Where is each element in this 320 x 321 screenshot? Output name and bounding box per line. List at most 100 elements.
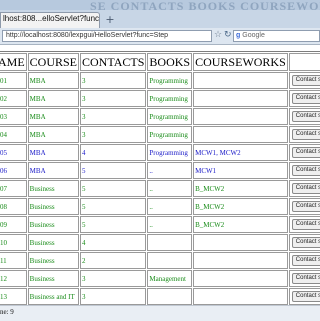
cell-action: Contact stu [288,216,320,233]
window-titlebar: SE CONTACTS BOOKS COURSEWORKS [0,0,320,10]
cell-courseworks [193,234,288,251]
table-row: i02MBA3Programming Contact stu [0,90,320,107]
cell-course: Business [27,270,80,287]
address-bar[interactable]: http://localhost:8080/lexpgui/HelloServl… [2,30,212,42]
header-actions [288,53,320,71]
cell-action: Contact stu [288,252,320,269]
cell-action: Contact stu [288,108,320,125]
table-row: i09Business5..B_MCW2Contact stu [0,216,320,233]
contact-student-button[interactable]: Contact stu [291,183,320,194]
cell-books [147,288,193,305]
cell-contacts: 3 [80,126,147,143]
reload-icon[interactable]: ↻ [224,30,232,40]
cell-id: i09 [0,216,27,233]
browser-tab[interactable]: lhost:808...elloServlet?func=Step [0,12,100,28]
contact-student-button[interactable]: Contact stu [291,147,320,158]
cell-id: i10 [0,234,27,251]
cell-id: i02 [0,90,27,107]
cell-books: .. [147,180,193,197]
table-row: i08Business5..B_MCW2Contact stu [0,198,320,215]
cell-books [147,234,193,251]
cell-books: .. [147,198,193,215]
status-bar: ne: 9 [0,305,320,321]
navigation-bar: http://localhost:8080/lexpgui/HelloServl… [0,28,320,45]
status-text: ne: 9 [0,308,14,316]
cell-contacts: 5 [80,162,147,179]
contact-student-button[interactable]: Contact stu [291,129,320,140]
cell-action: Contact stu [288,126,320,143]
cell-books: Programming [147,72,193,89]
cell-id: i06 [0,162,27,179]
table-row: i04MBA3Programming Contact stu [0,126,320,143]
cell-courseworks: MCW1, MCW2 [193,144,288,161]
cell-contacts: 3 [80,270,147,287]
cell-books: Programming [147,90,193,107]
contact-student-button[interactable]: Contact stu [291,237,320,248]
search-engine-label: Google [242,32,265,39]
bookmark-star-icon[interactable]: ☆ [214,30,222,40]
cell-id: i05 [0,144,27,161]
cell-contacts: 3 [80,108,147,125]
cell-course: Business and IT [27,288,80,305]
cell-id: i12 [0,270,27,287]
table-row: i10Business4 Contact stu [0,234,320,251]
cell-contacts: 3 [80,288,147,305]
cell-contacts: 2 [80,252,147,269]
cell-course: Business [27,198,80,215]
contact-student-button[interactable]: Contact stu [291,93,320,104]
window-title-ghost: SE CONTACTS BOOKS COURSEWORKS [90,0,320,10]
table-row: i03MBA3Programming Contact stu [0,108,320,125]
contact-student-button[interactable]: Contact stu [291,291,320,302]
cell-course: MBA [27,108,80,125]
contact-student-button[interactable]: Contact stu [291,111,320,122]
cell-courseworks [193,90,288,107]
table-header-row: AME COURSE CONTACTS BOOKS COURSEWORKS [0,53,320,71]
contact-student-button[interactable]: Contact stu [291,165,320,176]
contact-student-button[interactable]: Contact stu [291,75,320,86]
table-row: i05MBA4ProgrammingMCW1, MCW2Contact stu [0,144,320,161]
header-books: BOOKS [147,53,193,71]
cell-courseworks: B_MCW2 [193,216,288,233]
cell-action: Contact stu [288,180,320,197]
header-course: COURSE [27,53,80,71]
header-contacts: CONTACTS [80,53,147,71]
cell-course: MBA [27,144,80,161]
search-box[interactable]: g Google [233,30,320,42]
cell-action: Contact stu [288,270,320,287]
cell-action: Contact stu [288,90,320,107]
cell-courseworks [193,126,288,143]
cell-id: i11 [0,252,27,269]
table-body: i01MBA3ProgrammingContact stui02MBA3Prog… [0,72,320,305]
cell-contacts: 5 [80,216,147,233]
new-tab-icon[interactable]: + [104,14,116,26]
contact-student-button[interactable]: Contact stu [291,273,320,284]
cell-contacts: 3 [80,72,147,89]
cell-course: MBA [27,72,80,89]
cell-contacts: 5 [80,180,147,197]
cell-course: MBA [27,162,80,179]
cell-courseworks: MCW1 [193,162,288,179]
cell-course: Business [27,234,80,251]
cell-courseworks [193,72,288,89]
cell-books: Programming [147,126,193,143]
table-row: i07Business5..B_MCW2Contact stu [0,180,320,197]
students-table: AME COURSE CONTACTS BOOKS COURSEWORKS i0… [0,51,320,305]
cell-books: Programming [147,144,193,161]
cell-courseworks: B_MCW2 [193,180,288,197]
table-row: i13Business and IT3 Contact stu [0,288,320,305]
cell-action: Contact stu [288,288,320,305]
contact-student-button[interactable]: Contact stu [291,255,320,266]
cell-action: Contact stu [288,72,320,89]
cell-course: Business [27,216,80,233]
cell-course: MBA [27,126,80,143]
cell-contacts: 4 [80,234,147,251]
cell-id: i13 [0,288,27,305]
cell-books: Management [147,270,193,287]
cell-course: Business [27,252,80,269]
contact-student-button[interactable]: Contact stu [291,219,320,230]
cell-books: .. [147,162,193,179]
contact-student-button[interactable]: Contact stu [291,201,320,212]
cell-books: .. [147,216,193,233]
cell-courseworks: B_MCW2 [193,198,288,215]
cell-id: i08 [0,198,27,215]
